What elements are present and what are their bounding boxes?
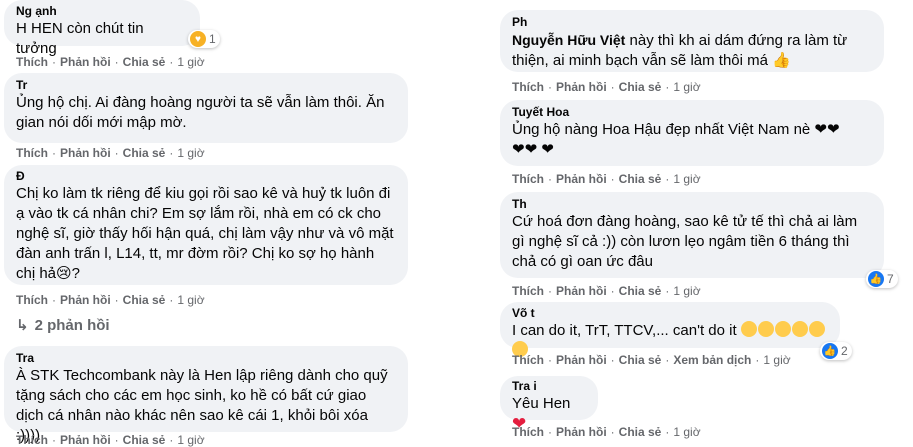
timestamp[interactable]: 1 giờ [177,293,204,307]
comment-actions: Thích · Phản hồi · Chia sẻ · 1 giờ [512,284,701,298]
care-icon: ♥ [190,31,206,47]
comment-actions: Thích · Phản hồi · Chia sẻ · 1 giờ [512,425,701,439]
reaction-summary[interactable]: ♥ 1 [188,30,220,48]
comment-text: Cứ hoá đơn đàng hoàng, sao kê tử tế thì … [512,213,858,270]
reply-button[interactable]: Phản hồi [556,172,607,186]
share-button[interactable]: Chia sẻ [123,293,166,307]
like-button[interactable]: Thích [16,293,48,307]
comment-actions: Thích · Phản hồi · Chia sẻ · 1 giờ [512,80,701,94]
comment-actions: Thích · Phản hồi · Chia sẻ · Xem bản dịch · 1 gi… [512,353,791,367]
comment-text: Ủng hộ nàng Hoa Hậu đẹp nhất Việt Nam nè… [512,121,840,158]
commenter-name[interactable]: Tra i [512,379,586,394]
commenter-name[interactable]: Đ [16,169,396,184]
timestamp[interactable]: 1 giờ [177,55,204,69]
like-button[interactable]: Thích [512,172,544,186]
commenter-name[interactable]: Tuyết Hoa [512,105,872,120]
view-replies-link[interactable]: ↳ 2 phản hồi [16,316,110,334]
timestamp[interactable]: 1 giờ [763,353,790,367]
like-button[interactable]: Thích [512,80,544,94]
reaction-count: 1 [209,32,216,46]
commenter-name[interactable]: Ng ạnh [16,4,188,19]
reply-button[interactable]: Phản hồi [556,284,607,298]
reaction-count: 7 [887,272,894,286]
reply-arrow-icon: ↳ [16,317,29,334]
comment-bubble: Tuyết Hoa Ủng hộ nàng Hoa Hậu đẹp nhất V… [500,100,884,166]
share-button[interactable]: Chia sẻ [123,433,166,447]
comment-bubble: Tra À STK Techcombank này là Hen lập riê… [4,346,408,444]
share-button[interactable]: Chia sẻ [619,172,662,186]
reply-button[interactable]: Phản hồi [60,55,111,69]
comment-text: H HEN còn chút tin tưởng [16,20,144,57]
timestamp[interactable]: 1 giờ [177,433,204,447]
like-button[interactable]: Thích [16,433,48,447]
comment-bubble: Th Cứ hoá đơn đàng hoàng, sao kê tử tế t… [500,192,884,278]
share-button[interactable]: Chia sẻ [123,55,166,69]
reply-button[interactable]: Phản hồi [60,433,111,447]
share-button[interactable]: Chia sẻ [619,353,662,367]
comment-text: Ủng hộ chị. Ai đàng hoàng người ta sẽ vẫ… [16,94,385,131]
tagged-name[interactable]: Nguyễn Hữu Việt [512,32,625,48]
like-button[interactable]: Thích [16,146,48,160]
share-button[interactable]: Chia sẻ [619,284,662,298]
comment-bubble: Ph Nguyễn Hữu Việt này thì kh ai dám đứn… [500,10,884,72]
reply-button[interactable]: Phản hồi [60,146,111,160]
comment-actions: Thích · Phản hồi · Chia sẻ · 1 giờ [16,293,205,307]
commenter-name[interactable]: Th [512,197,872,212]
reply-button[interactable]: Phản hồi [556,425,607,439]
comment-actions: Thích · Phản hồi · Chia sẻ · 1 giờ [16,433,205,447]
replies-count: 2 phản hồi [34,317,110,334]
reply-button[interactable]: Phản hồi [556,353,607,367]
reaction-count: 2 [841,344,848,358]
commenter-name[interactable]: Tra [16,351,396,366]
comment-actions: Thích · Phản hồi · Chia sẻ · 1 giờ [16,146,205,160]
reaction-summary[interactable]: 👍 2 [820,342,852,360]
like-button[interactable]: Thích [512,284,544,298]
timestamp[interactable]: 1 giờ [177,146,204,160]
share-button[interactable]: Chia sẻ [619,80,662,94]
comment-actions: Thích · Phản hồi · Chia sẻ · 1 giờ [512,172,701,186]
like-button[interactable]: Thích [512,425,544,439]
timestamp[interactable]: 1 giờ [673,80,700,94]
timestamp[interactable]: 1 giờ [673,172,700,186]
comment-text: Nguyễn Hữu Việt này thì kh ai dám đứng r… [512,32,848,69]
reply-button[interactable]: Phản hồi [60,293,111,307]
comment-bubble: Võ t I can do it, TrT, TTCV,... can't do… [500,302,840,357]
timestamp[interactable]: 1 giờ [673,284,700,298]
like-button[interactable]: Thích [512,353,544,367]
reaction-summary[interactable]: 👍 7 [866,270,898,288]
comment-actions: Thích · Phản hồi · Chia sẻ · 1 giờ [16,55,205,69]
comment-bubble: Tra i Yêu Hen ❤ [500,376,598,433]
share-button[interactable]: Chia sẻ [123,146,166,160]
comment-bubble: Tr Ủng hộ chị. Ai đàng hoàng người ta sẽ… [4,73,408,143]
comment-bubble: Đ Chị ko làm tk riêng để kiu gọi rồi sao… [4,165,408,285]
share-button[interactable]: Chia sẻ [619,425,662,439]
comment-bubble: Ng ạnh H HEN còn chút tin tưởng [4,0,200,57]
commenter-name[interactable]: Ph [512,15,872,30]
commenter-name[interactable]: Võ t [512,306,828,321]
commenter-name[interactable]: Tr [16,78,396,93]
like-icon: 👍 [822,343,838,359]
timestamp[interactable]: 1 giờ [673,425,700,439]
like-icon: 👍 [868,271,884,287]
reply-button[interactable]: Phản hồi [556,80,607,94]
comment-text: Chị ko làm tk riêng để kiu gọi rồi sao k… [16,185,394,282]
like-button[interactable]: Thích [16,55,48,69]
translate-link[interactable]: Xem bản dịch [673,353,751,367]
